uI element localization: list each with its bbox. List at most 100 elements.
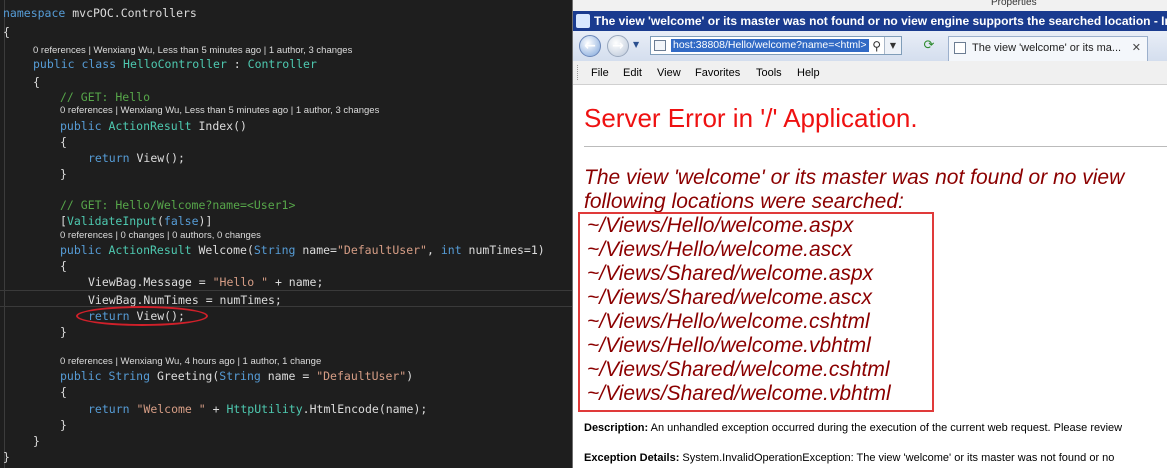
back-button[interactable]: ← — [579, 35, 601, 57]
code-token: )] — [198, 214, 213, 228]
code-line: } — [0, 166, 572, 182]
code-token: // GET: Hello/Welcome?name=<User1> — [60, 198, 296, 212]
code-token: + — [205, 402, 227, 416]
location-item: ~/Views/Hello/welcome.vbhtml — [587, 334, 871, 357]
code-line: { — [0, 384, 572, 400]
code-token: .HtmlEncode(name); — [302, 402, 428, 416]
code-token: } — [33, 434, 40, 448]
code-editor[interactable]: namespace mvcPOC.Controllers {0 reference… — [0, 0, 572, 468]
code-line: // GET: Hello/Welcome?name=<User1> — [0, 197, 572, 213]
location-item: ~/Views/Shared/welcome.vbhtml — [587, 382, 891, 405]
browser-tab[interactable]: The view 'welcome' or its ma... ✕ — [948, 36, 1148, 61]
code-token: { — [3, 25, 10, 39]
menu-edit[interactable]: Edit — [623, 67, 642, 79]
code-token: public class — [33, 57, 124, 71]
code-token: ValidateInput — [66, 214, 157, 228]
code-token: 0 references | Wenxiang Wu, 4 hours ago … — [60, 356, 322, 367]
exception-text: System.InvalidOperationException: The vi… — [682, 452, 1115, 464]
address-url[interactable]: host:38808/Hello/welcome?name=<html> — [671, 39, 869, 52]
tab-page-icon — [954, 42, 966, 54]
code-token: mvcPOC.Controllers — [65, 6, 197, 20]
title-divider — [584, 146, 1167, 147]
forward-button[interactable]: → — [607, 35, 629, 57]
location-item: ~/Views/Hello/welcome.aspx — [587, 214, 854, 237]
close-tab-icon[interactable]: ✕ — [1132, 41, 1141, 54]
code-token: } — [3, 450, 10, 464]
code-token: Greeting( — [150, 369, 220, 383]
location-item: ~/Views/Hello/welcome.cshtml — [587, 310, 870, 333]
menu-file[interactable]: File — [591, 67, 609, 79]
code-token: { — [60, 385, 67, 399]
code-token: : — [226, 57, 248, 71]
refresh-icon[interactable]: ⟳ — [920, 38, 938, 54]
ie-icon — [576, 14, 590, 28]
code-token: { — [60, 259, 67, 273]
address-bar[interactable]: host:38808/Hello/welcome?name=<html> ⚲ ▼ — [650, 36, 902, 55]
code-line: return "Welcome " + HttpUtility.HtmlEnco… — [0, 401, 572, 417]
code-token: + name; — [268, 275, 324, 289]
code-line: // GET: Hello — [0, 89, 572, 105]
code-token: int — [440, 243, 462, 257]
code-token: View(); — [136, 151, 185, 165]
code-token: "DefaultUser" — [316, 369, 407, 383]
codelens-annotation[interactable]: 0 references | Wenxiang Wu, 4 hours ago … — [0, 355, 572, 368]
codelens-annotation[interactable]: 0 references | Wenxiang Wu, Less than 5 … — [0, 104, 572, 117]
address-dropdown-icon[interactable]: ▼ — [884, 37, 901, 54]
return-view-highlight-ellipse — [76, 306, 208, 326]
code-token: ActionResult — [108, 119, 192, 133]
exception-label: Exception Details: — [584, 452, 680, 464]
code-line: } — [0, 449, 572, 465]
solution-explorer-strip: Properties — [573, 0, 1167, 11]
code-line: } — [0, 417, 572, 433]
searched-locations-box: ~/Views/Hello/welcome.aspx ~/Views/Hello… — [578, 212, 934, 412]
menu-help[interactable]: Help — [797, 67, 820, 79]
code-token: } — [60, 167, 67, 181]
code-line: { — [0, 134, 572, 150]
code-line: public ActionResult Index() — [0, 118, 572, 134]
code-line: return View(); — [0, 150, 572, 166]
menu-tools[interactable]: Tools — [756, 67, 782, 79]
location-item: ~/Views/Shared/welcome.ascx — [587, 286, 872, 309]
code-token: Welcome( — [191, 243, 254, 257]
code-token: Index() — [191, 119, 247, 133]
code-token: public — [60, 243, 109, 257]
location-item: ~/Views/Shared/welcome.cshtml — [587, 358, 890, 381]
code-token: HelloController — [123, 57, 227, 71]
code-token: Controller — [247, 57, 317, 71]
menu-favorites[interactable]: Favorites — [695, 67, 740, 79]
code-token: String — [253, 243, 296, 257]
code-line: } — [0, 324, 572, 340]
menu-bar: File Edit View Favorites Tools Help — [573, 61, 1167, 85]
navigation-bar: ← → ▼ host:38808/Hello/welcome?name=<htm… — [573, 31, 1167, 61]
code-line: ViewBag.NumTimes = numTimes; — [0, 292, 572, 308]
error-message: The view 'welcome' or its master was not… — [584, 166, 1124, 214]
code-token: ActionResult — [108, 243, 192, 257]
page-content: Server Error in '/' Application. The vie… — [573, 85, 1167, 468]
page-icon — [654, 40, 666, 51]
code-token: ViewBag.Message = — [88, 275, 213, 289]
code-token: } — [60, 418, 67, 432]
search-icon[interactable]: ⚲ — [872, 38, 881, 54]
code-line: public String Greeting(String name = "De… — [0, 368, 572, 384]
code-line: } — [0, 433, 572, 449]
code-token: , — [426, 243, 441, 257]
code-token: ViewBag.NumTimes = numTimes; — [88, 293, 282, 307]
tab-label: The view 'welcome' or its ma... — [972, 42, 1122, 54]
browser-title-bar: The view 'welcome' or its master was not… — [573, 11, 1167, 31]
code-token: name= — [295, 243, 337, 257]
code-token: return — [88, 151, 137, 165]
recent-pages-dropdown-icon[interactable]: ▼ — [633, 40, 639, 49]
error-line-1: The view 'welcome' or its master was not… — [584, 166, 1125, 189]
properties-label[interactable]: Properties — [991, 0, 1037, 8]
code-token: [ — [60, 214, 67, 228]
code-token: // GET: Hello — [60, 90, 151, 104]
code-line: namespace mvcPOC.Controllers — [0, 5, 572, 21]
code-token: name = — [260, 369, 317, 383]
menu-view[interactable]: View — [657, 67, 681, 79]
browser-window: Properties The view 'welcome' or its mas… — [572, 0, 1167, 468]
codelens-annotation[interactable]: 0 references | 0 changes | 0 authors, 0 … — [0, 229, 572, 242]
code-line: ViewBag.Message = "Hello " + name; — [0, 274, 572, 290]
code-line: [ValidateInput(false)] — [0, 213, 572, 229]
description-row: Description: An unhandled exception occu… — [584, 422, 1122, 434]
code-token: "DefaultUser" — [336, 243, 427, 257]
